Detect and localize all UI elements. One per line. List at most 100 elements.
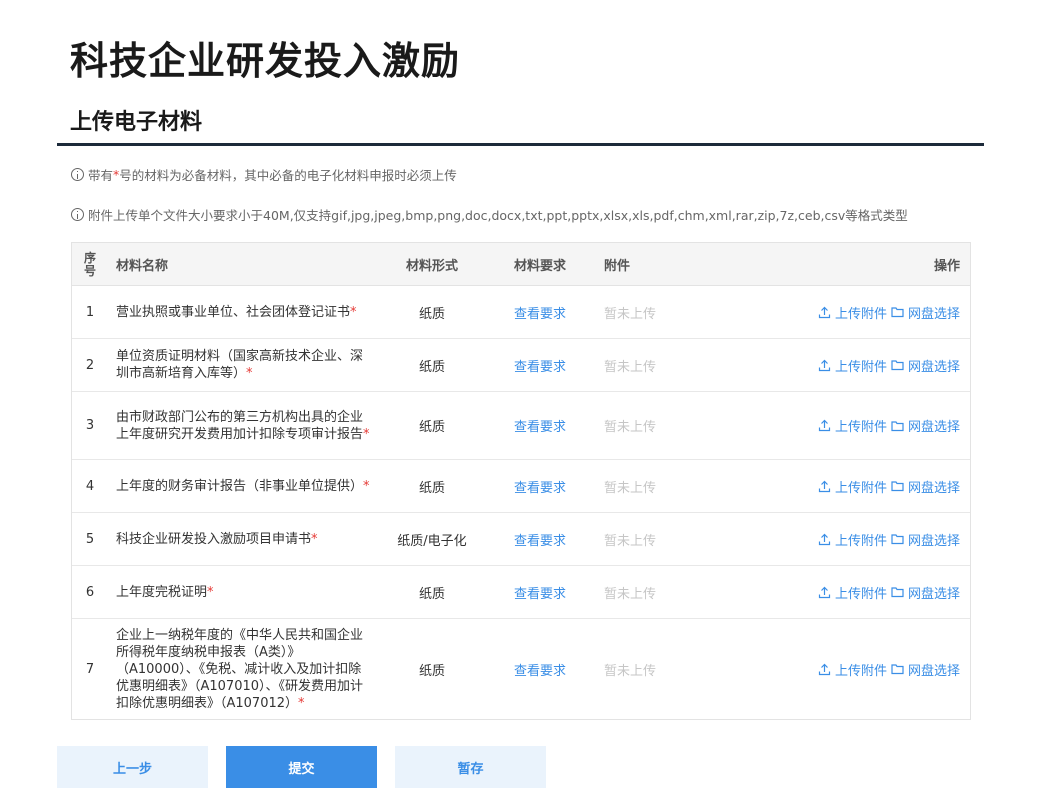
materials-table: 序号 材料名称 材料形式 材料要求 附件 操作 1 营业执照或事业单位、社会团体登…	[71, 242, 971, 720]
netdisk-select-link[interactable]: 网盘选择	[891, 530, 960, 549]
netdisk-label: 网盘选择	[907, 306, 960, 322]
table-row: 4 上年度的财务审计报告（非事业单位提供）* 纸质 查看要求 暂未上传 上传附件 网盘选择	[72, 460, 970, 513]
view-requirement-link[interactable]: 查看要求	[492, 460, 588, 512]
header-no: 序号	[83, 250, 96, 278]
upload-icon	[818, 306, 831, 318]
row-number: 3	[85, 418, 95, 433]
netdisk-label: 网盘选择	[907, 533, 960, 549]
upload-label: 上传附件	[834, 306, 887, 322]
upload-icon	[818, 359, 831, 371]
view-requirement-link[interactable]: 查看要求	[492, 286, 588, 338]
upload-label: 上传附件	[834, 420, 887, 435]
upload-icon	[818, 586, 831, 598]
folder-icon	[891, 534, 904, 545]
folder-icon	[891, 307, 904, 318]
material-name: 上年度完税证明*	[116, 566, 371, 618]
view-requirement-link[interactable]: 查看要求	[492, 392, 588, 459]
view-requirement-link[interactable]: 查看要求	[492, 513, 588, 565]
upload-attachment-link[interactable]: 上传附件	[818, 303, 887, 322]
attachment-status: 暂未上传	[604, 586, 657, 602]
row-actions: 上传附件 网盘选择	[818, 566, 960, 618]
view-requirement-link[interactable]: 查看要求	[492, 619, 588, 719]
row-actions: 上传附件 网盘选择	[818, 513, 960, 565]
page-title: 科技企业研发投入激励	[70, 39, 461, 83]
row-number: 5	[85, 531, 95, 547]
row-actions: 上传附件 网盘选择	[818, 619, 960, 719]
info-icon	[71, 208, 84, 221]
material-name-text: 上年度完税证明	[116, 584, 208, 600]
required-star: *	[207, 584, 214, 600]
upload-attachment-link[interactable]: 上传附件	[818, 660, 887, 679]
section-title: 上传电子材料	[70, 110, 203, 135]
header-requirement: 材料要求	[513, 259, 566, 274]
row-number: 6	[85, 584, 95, 600]
material-form: 纸质	[418, 359, 445, 375]
row-actions: 上传附件 网盘选择	[818, 392, 960, 459]
section-divider	[57, 143, 984, 146]
attachment-status: 暂未上传	[604, 420, 657, 435]
table-row: 1 营业执照或事业单位、社会团体登记证书* 纸质 查看要求 暂未上传 上传附件 网盘选择	[72, 286, 970, 339]
folder-icon	[891, 420, 904, 431]
table-row: 5 科技企业研发投入激励项目申请书* 纸质/电子化 查看要求 暂未上传 上传附件 网盘选择	[72, 513, 970, 566]
material-form: 纸质/电子化	[397, 533, 467, 549]
material-form: 纸质	[418, 586, 445, 602]
required-star: *	[363, 478, 370, 494]
attachment-status: 暂未上传	[604, 533, 657, 549]
table-row: 3 由市财政部门公布的第三方机构出具的企业上年度研究开发费用加计扣除专项审计报告*…	[72, 392, 970, 460]
required-star: *	[311, 531, 318, 547]
view-requirement-link[interactable]: 查看要求	[492, 566, 588, 618]
attachment-status: 暂未上传	[604, 359, 657, 375]
upload-attachment-link[interactable]: 上传附件	[818, 530, 887, 549]
material-name: 上年度的财务审计报告（非事业单位提供）*	[116, 460, 371, 512]
notice-prefix: 带有	[88, 168, 114, 183]
required-star: *	[350, 304, 357, 320]
required-star: *	[246, 366, 253, 381]
material-name-text: 企业上一纳税年度的《中华人民共和国企业所得税年度纳税申报表（A类）》（A1000…	[116, 627, 364, 711]
table-row: 2 单位资质证明材料（国家高新技术企业、深圳市高新培育入库等）* 纸质 查看要求 暂未上…	[72, 339, 970, 392]
row-number: 7	[85, 661, 95, 677]
file-format-text: 附件上传单个文件大小要求小于40M,仅支持gif,jpg,jpeg,bmp,pn…	[88, 208, 908, 223]
header-attachment: 附件	[604, 259, 631, 274]
netdisk-label: 网盘选择	[907, 586, 960, 602]
netdisk-select-link[interactable]: 网盘选择	[891, 583, 960, 602]
required-notice: 带有 * 号的材料为必备材料，其中必备的电子化材料申报时必须上传	[71, 165, 457, 184]
row-actions: 上传附件 网盘选择	[818, 339, 960, 391]
row-number: 2	[85, 357, 95, 373]
upload-icon	[818, 663, 831, 675]
folder-icon	[891, 481, 904, 492]
upload-attachment-link[interactable]: 上传附件	[818, 356, 887, 375]
save-draft-button[interactable]: 暂存	[395, 746, 546, 788]
upload-icon	[818, 419, 831, 432]
netdisk-select-link[interactable]: 网盘选择	[891, 660, 960, 679]
header-form: 材料形式	[405, 259, 458, 274]
folder-icon	[891, 360, 904, 371]
row-actions: 上传附件 网盘选择	[818, 286, 960, 338]
upload-attachment-link[interactable]: 上传附件	[818, 583, 887, 602]
row-number: 4	[85, 478, 95, 494]
material-name-text: 上年度的财务审计报告（非事业单位提供）	[116, 478, 364, 494]
upload-label: 上传附件	[834, 533, 887, 549]
prev-step-button[interactable]: 上一步	[57, 746, 208, 788]
folder-icon	[891, 587, 904, 598]
material-name: 由市财政部门公布的第三方机构出具的企业上年度研究开发费用加计扣除专项审计报告*	[116, 392, 371, 459]
upload-label: 上传附件	[834, 359, 887, 375]
netdisk-select-link[interactable]: 网盘选择	[891, 303, 960, 322]
attachment-status: 暂未上传	[604, 306, 657, 322]
material-form: 纸质	[418, 420, 445, 435]
upload-attachment-link[interactable]: 上传附件	[818, 477, 887, 496]
netdisk-label: 网盘选择	[907, 663, 960, 679]
material-name-text: 科技企业研发投入激励项目申请书	[116, 531, 312, 547]
material-name: 科技企业研发投入激励项目申请书*	[116, 513, 371, 565]
required-star: *	[298, 695, 305, 711]
notice-suffix: 号的材料为必备材料，其中必备的电子化材料申报时必须上传	[119, 168, 457, 183]
netdisk-select-link[interactable]: 网盘选择	[891, 356, 960, 375]
upload-attachment-link[interactable]: 上传附件	[818, 416, 887, 435]
submit-button[interactable]: 提交	[226, 746, 377, 788]
header-action: 操作	[933, 259, 960, 274]
material-form: 纸质	[418, 663, 445, 679]
view-requirement-link[interactable]: 查看要求	[492, 339, 588, 391]
netdisk-select-link[interactable]: 网盘选择	[891, 416, 960, 435]
netdisk-select-link[interactable]: 网盘选择	[891, 477, 960, 496]
file-format-notice: 附件上传单个文件大小要求小于40M,仅支持gif,jpg,jpeg,bmp,pn…	[71, 205, 908, 224]
table-row: 7 企业上一纳税年度的《中华人民共和国企业所得税年度纳税申报表（A类）》（A100…	[72, 619, 970, 719]
